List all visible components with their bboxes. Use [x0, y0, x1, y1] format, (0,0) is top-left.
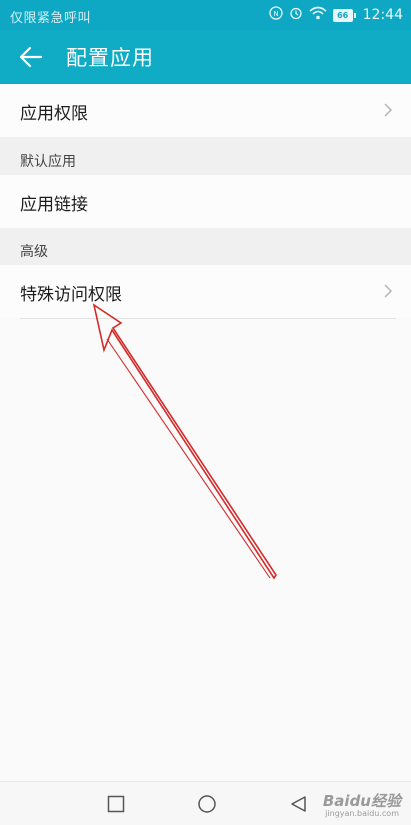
status-bar: 仅限紧急呼叫 N 66 12:44 — [0, 0, 411, 30]
status-icons: N 66 12:44 — [268, 5, 403, 25]
list-item-app-permissions[interactable]: 应用权限 — [0, 84, 411, 137]
chevron-right-icon — [383, 102, 393, 118]
section-label: 默认应用 — [20, 154, 76, 170]
watermark-logo: Baidu经验 — [322, 792, 401, 810]
carrier-status-text: 仅限紧急呼叫 — [10, 11, 92, 26]
section-header-advanced: 高级 — [0, 228, 411, 265]
back-button[interactable] — [16, 42, 46, 72]
home-button[interactable] — [197, 794, 217, 814]
watermark-url: jingyan.baidu.com — [325, 809, 399, 818]
section-label: 高级 — [20, 244, 48, 260]
page-title: 配置应用 — [66, 46, 154, 70]
home-icon — [197, 795, 217, 818]
list-item-app-links[interactable]: 应用链接 — [0, 175, 411, 228]
back-nav-button[interactable] — [288, 794, 308, 814]
wifi-icon — [309, 6, 327, 24]
chevron-right-icon — [383, 283, 393, 299]
list-divider — [20, 318, 396, 319]
arrow-left-icon — [16, 46, 46, 76]
list-item-label: 特殊访问权限 — [20, 285, 122, 305]
app-bar: 配置应用 — [0, 30, 411, 84]
recent-apps-icon — [106, 795, 126, 818]
list-item-special-access[interactable]: 特殊访问权限 — [0, 265, 411, 318]
list-item-label: 应用权限 — [20, 104, 88, 124]
battery-icon: 66 — [332, 8, 356, 22]
svg-text:N: N — [273, 10, 278, 18]
back-triangle-icon — [288, 796, 308, 818]
nfc-icon: N — [268, 6, 283, 24]
alarm-icon — [289, 6, 303, 24]
recent-apps-button[interactable] — [106, 794, 126, 814]
list-item-label: 应用链接 — [20, 195, 88, 215]
section-header-default-apps: 默认应用 — [0, 137, 411, 175]
clock: 12:44 — [362, 7, 403, 23]
